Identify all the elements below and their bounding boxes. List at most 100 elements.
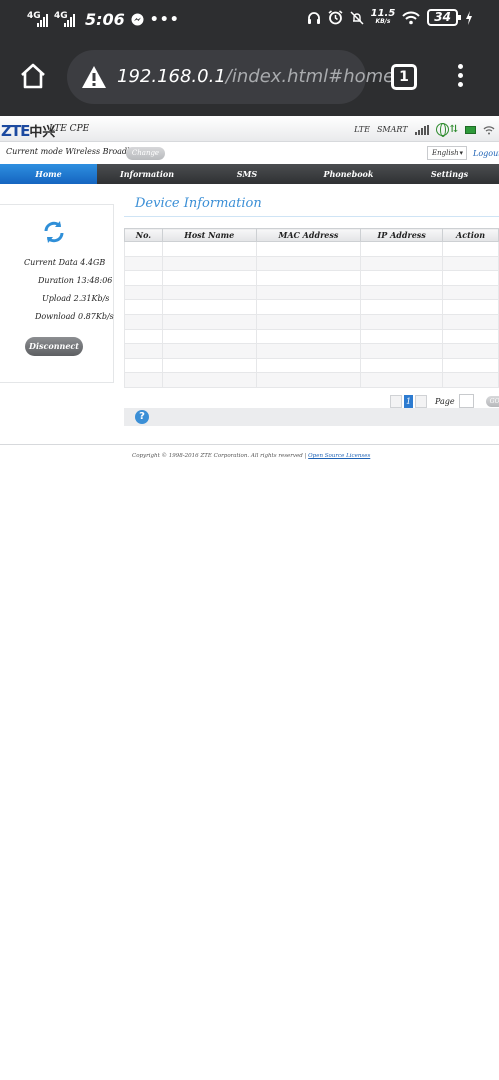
url-text[interactable]: 192.168.0.1/index.html#home	[117, 66, 394, 87]
signal-strength-icon	[414, 124, 429, 135]
url-host: 192.168.0.1	[117, 66, 226, 87]
table-cell	[255, 313, 362, 330]
table-cell	[124, 328, 163, 345]
network-type-2: 4G	[54, 10, 68, 21]
url-bar[interactable]: 192.168.0.1/index.html#home	[67, 50, 394, 104]
nav-information[interactable]: Information	[97, 164, 197, 184]
language-select[interactable]: English	[427, 146, 467, 160]
home-icon[interactable]	[19, 62, 47, 90]
table-cell	[255, 284, 362, 301]
table-cell	[442, 328, 499, 345]
change-mode-button[interactable]: Change	[126, 147, 165, 160]
section-title: Device Information	[135, 196, 262, 211]
table-cell	[255, 270, 362, 286]
next-page-button[interactable]	[415, 394, 427, 408]
disconnect-button[interactable]: Disconnect	[25, 337, 83, 356]
table-cell	[161, 372, 257, 388]
table-cell	[360, 299, 444, 315]
table-cell	[161, 328, 257, 345]
signal-icon: 4G	[27, 11, 48, 27]
clock: 5:06	[85, 10, 125, 29]
table-cell	[360, 328, 444, 345]
status-bar: 4G 4G 5:06 ••• 11.5 KB/s 34	[0, 0, 499, 38]
signal-icon-2: 4G	[54, 10, 75, 27]
title-divider	[124, 216, 499, 217]
help-icon[interactable]: ?	[135, 410, 149, 424]
charging-icon	[466, 10, 472, 25]
messenger-icon	[131, 13, 144, 26]
web-page: ZTE中兴 LTE CPE LTE SMART ⇅ Current mode W…	[0, 116, 499, 1080]
network-speed: 11.5 KB/s	[371, 8, 396, 26]
table-header-row: No. Host Name MAC Address IP Address Act…	[124, 228, 499, 242]
warning-icon[interactable]	[81, 65, 107, 89]
table-cell	[442, 313, 499, 330]
table-cell	[255, 328, 362, 345]
go-button[interactable]: GO	[485, 395, 499, 407]
url-path: /index.html#home	[225, 66, 395, 87]
table-cell	[124, 372, 163, 388]
duration: Duration 13:48:06	[38, 276, 113, 285]
table-cell	[124, 313, 163, 330]
footer-divider	[0, 444, 499, 445]
battery-indicator: 34	[427, 9, 461, 26]
table-row	[124, 270, 499, 286]
page-number-input[interactable]	[458, 394, 474, 408]
table-row	[124, 357, 499, 374]
table-cell	[442, 241, 499, 257]
table-cell	[255, 255, 362, 272]
connected-refresh-icon	[44, 221, 64, 243]
open-source-licenses-link[interactable]: Open Source Licenses	[308, 453, 370, 459]
product-name: LTE CPE	[49, 124, 90, 134]
device-table: No. Host Name MAC Address IP Address Act…	[124, 228, 499, 388]
browser-toolbar: 192.168.0.1/index.html#home 1	[0, 38, 499, 116]
headphones-icon	[307, 11, 320, 24]
table-cell	[161, 270, 257, 286]
table-cell	[124, 357, 163, 374]
zte-logo: ZTE中兴	[1, 122, 56, 140]
table-row	[124, 241, 499, 257]
speed-unit: KB/s	[375, 17, 391, 25]
tab-switcher-button[interactable]: 1	[391, 64, 417, 90]
nav-phonebook[interactable]: Phonebook	[297, 164, 400, 184]
column-header-action: Action	[442, 228, 499, 242]
table-cell	[360, 241, 444, 257]
table-cell	[360, 343, 444, 359]
pagination: 1 Page GO	[390, 394, 499, 408]
logout-link[interactable]: Logout	[473, 149, 499, 158]
nav-home[interactable]: Home	[0, 164, 97, 184]
table-row	[124, 299, 499, 315]
column-header-ip-address: IP Address	[360, 228, 444, 242]
current-data: Current Data 4.4GB	[24, 258, 106, 267]
column-header-mac-address: MAC Address	[255, 228, 362, 242]
page-label: Page	[435, 396, 455, 406]
nav-settings[interactable]: Settings	[400, 164, 499, 184]
alarm-icon	[328, 10, 343, 25]
table-cell	[124, 284, 163, 301]
table-cell	[161, 357, 257, 374]
mute-icon	[350, 10, 364, 25]
main-nav: Home Information SMS Phonebook Settings	[0, 164, 499, 184]
download-speed: Download 0.87Kb/s	[35, 312, 114, 321]
sms-status-icon[interactable]	[465, 125, 476, 134]
table-cell	[255, 241, 362, 257]
table-cell	[360, 255, 444, 272]
current-page[interactable]: 1	[404, 394, 413, 408]
wifi-icon	[402, 11, 421, 24]
nav-sms[interactable]: SMS	[197, 164, 297, 184]
upload-speed: Upload 2.31Kb/s	[42, 294, 110, 303]
table-cell	[161, 255, 257, 272]
prev-page-button[interactable]	[390, 394, 402, 408]
overflow-menu-icon[interactable]	[455, 64, 465, 90]
table-cell	[124, 299, 163, 315]
table-cell	[161, 313, 257, 330]
connection-status-panel: Current Data 4.4GB Duration 13:48:06 Upl…	[0, 204, 114, 383]
help-bar: ?	[124, 408, 499, 426]
table-cell	[124, 255, 163, 272]
table-cell	[360, 270, 444, 286]
table-cell	[360, 284, 444, 301]
table-cell	[161, 343, 257, 359]
table-cell	[442, 372, 499, 388]
internet-status-icon: ⇅	[435, 123, 458, 137]
lte-indicator: LTE	[354, 125, 370, 134]
table-cell	[124, 241, 163, 257]
